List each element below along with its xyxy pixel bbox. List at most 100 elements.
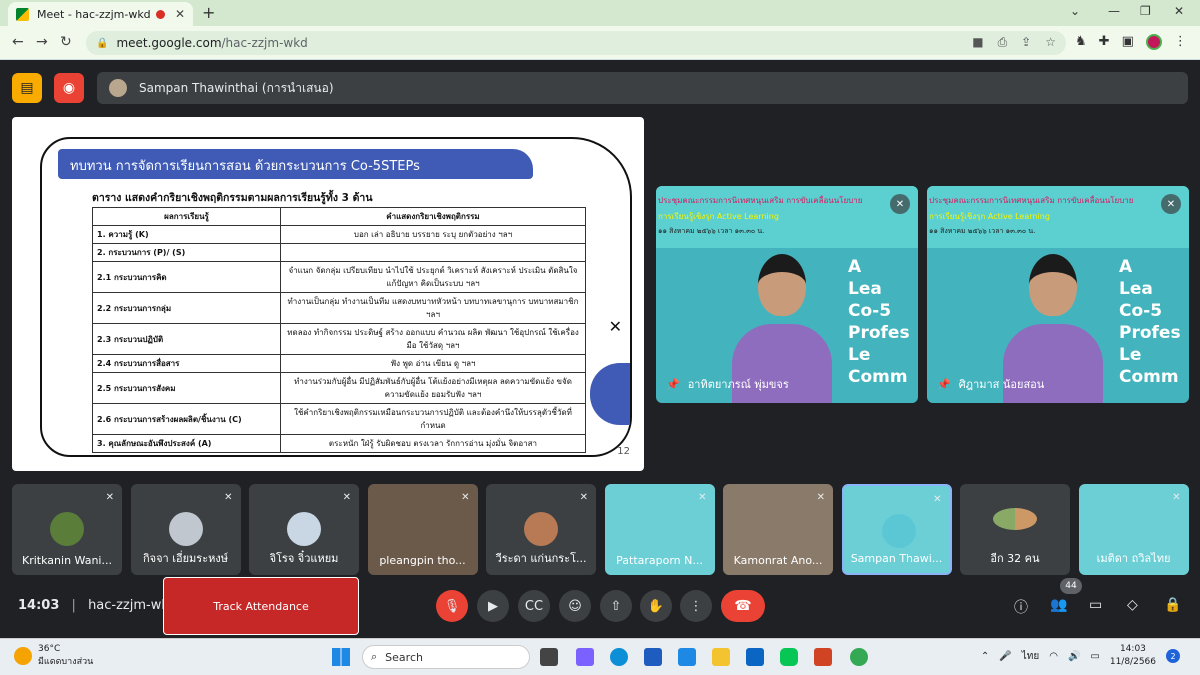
edge-icon[interactable]: [610, 648, 628, 666]
mic-off-button[interactable]: 🎙: [436, 590, 468, 622]
banner-line-1: ประชุมคณะกรรมการนิเทศหนุนเสริม การขับเคล…: [658, 194, 862, 207]
leave-call-button[interactable]: ☎: [721, 590, 765, 622]
bigtext-line: Le: [848, 345, 871, 365]
wifi-icon[interactable]: ◠: [1049, 651, 1058, 662]
reload-icon[interactable]: ↻: [60, 34, 72, 50]
taskbar-search[interactable]: ⌕ Search: [362, 645, 530, 669]
participant-name: จิโรจ จิ๋วแหยม: [269, 552, 339, 565]
participant-tile[interactable]: ✕ pleangpin tho...: [367, 484, 478, 575]
volume-icon[interactable]: 🔊: [1068, 651, 1080, 662]
minimize-button[interactable]: —: [1108, 4, 1120, 18]
close-tab-icon[interactable]: ✕: [175, 7, 185, 21]
participant-name: Sampan Thawi...: [850, 552, 943, 565]
participant-tile[interactable]: อีก 32 คน: [960, 484, 1070, 575]
profile-avatar[interactable]: [1145, 34, 1162, 50]
present-button[interactable]: ⇧: [600, 590, 632, 622]
banner-line-2: การเรียนรู้เชิงรุก Active Learning: [929, 212, 1050, 221]
raise-hand-button[interactable]: ✋: [640, 590, 672, 622]
emoji-button[interactable]: ☺: [559, 590, 591, 622]
language-indicator[interactable]: ไทย: [1022, 649, 1039, 664]
participant-tile-large[interactable]: ประชุมคณะกรรมการนิเทศหนุนเสริม การขับเคล…: [656, 186, 918, 403]
verbs-cell: ทดลอง ทำกิจกรรม ประดิษฐ์ สร้าง ออกแบบ คำ…: [280, 323, 586, 355]
close-window-button[interactable]: ✕: [1174, 4, 1184, 18]
new-tab-button[interactable]: +: [202, 3, 215, 22]
teams-icon[interactable]: [576, 648, 594, 666]
url-field[interactable]: 🔒 meet.google.com/hac-zzjm-wkd ■ ⎙ ⇪ ☆: [86, 31, 1066, 55]
pin-icon[interactable]: 📌: [666, 378, 680, 391]
track-attendance-button[interactable]: Track Attendance: [163, 577, 359, 635]
extension-icon[interactable]: ♞: [1075, 34, 1087, 50]
participant-name: วีระดา แก่นกระโ...: [495, 552, 587, 565]
verbs-cell: บอก เล่า อธิบาย บรรยาย ระบุ ยกตัวอย่าง ฯ…: [280, 225, 586, 244]
chrome-icon[interactable]: [850, 648, 868, 666]
slide-subtitle: ตาราง แสดงคำกริยาเชิงพฤติกรรมตามผลการเรี…: [92, 192, 373, 204]
captions-off-button[interactable]: ▤: [12, 73, 42, 103]
participant-tile-large[interactable]: ประชุมคณะกรรมการนิเทศหนุนเสริม การขับเคล…: [927, 186, 1189, 403]
participant-tile[interactable]: ✕ เมติดา ถวิลไทย: [1078, 484, 1189, 575]
participant-tile[interactable]: ✕ Kritkanin Wani...: [12, 484, 122, 575]
file-explorer-icon[interactable]: [712, 648, 730, 666]
participant-name: Kamonrat Ano...: [733, 554, 823, 567]
participant-tile[interactable]: ✕ Kamonrat Ano...: [723, 484, 833, 575]
participant-name: กิจจา เอี่ยมระหงษ์: [143, 552, 228, 565]
participant-tile[interactable]: ✕ Sampan Thawi...: [841, 484, 952, 575]
puzzle-icon[interactable]: ✚: [1099, 34, 1110, 50]
banner-line-1-text: ประชุมคณะกรรมการนิเทศหนุนเสริม: [658, 196, 784, 205]
bookmark-star-icon[interactable]: ☆: [1045, 35, 1056, 50]
background-big-text: A Lea Co-5 Profes Le Comm: [848, 256, 918, 388]
participant-tile[interactable]: ✕ จิโรจ จิ๋วแหยม: [249, 484, 359, 575]
participant-tile[interactable]: ✕ กิจจา เอี่ยมระหงษ์: [130, 484, 241, 575]
meeting-info-icon[interactable]: ⓘ: [1014, 597, 1028, 617]
participant-tile[interactable]: ✕ Pattaraporn N...: [604, 484, 715, 575]
translate-icon[interactable]: ⎙: [998, 35, 1008, 50]
battery-icon[interactable]: ▭: [1090, 651, 1099, 662]
pin-icon[interactable]: 📌: [937, 378, 951, 391]
camera-icon[interactable]: ■: [972, 35, 983, 50]
participant-tile[interactable]: ✕ วีระดา แก่นกระโ...: [486, 484, 596, 575]
people-icon[interactable]: 👥: [1050, 597, 1067, 613]
presentation-slide[interactable]: ทบทวน การจัดการเรียนการสอน ด้วยกระบวนการ…: [12, 117, 644, 471]
mail-icon[interactable]: [746, 648, 764, 666]
camera-button[interactable]: ▶: [477, 590, 509, 622]
powerpoint-icon[interactable]: [814, 648, 832, 666]
chevron-up-icon[interactable]: ⌃: [981, 651, 989, 662]
recording-button[interactable]: ◉: [54, 73, 84, 103]
outcome-cell: 2. กระบวนการ (P)/ (S): [92, 243, 281, 262]
verbs-cell: [280, 243, 586, 262]
outcome-cell: 3. คุณลักษณะอันพึงประสงค์ (A): [92, 434, 281, 453]
tab-search-icon[interactable]: ⌄: [1070, 4, 1080, 18]
share-icon[interactable]: ⇪: [1021, 35, 1031, 50]
line-icon[interactable]: [780, 648, 798, 666]
mic-off-icon: ✕: [933, 494, 942, 505]
bigtext-line: Profes: [848, 323, 910, 343]
forward-icon[interactable]: →: [36, 34, 48, 50]
participant-name: อาทิตยาภรณ์ พุ่มขจร: [687, 378, 789, 391]
outcome-cell: 2.2 กระบวนการกลุ่ม: [92, 292, 281, 324]
taskbar-date: 11/8/2566: [1109, 657, 1156, 667]
lock-icon: 🔒: [96, 37, 109, 49]
word-icon[interactable]: [644, 648, 662, 666]
windows-start-icon[interactable]: [332, 648, 350, 666]
participant-avatar: [993, 508, 1037, 530]
notification-badge[interactable]: 2: [1166, 649, 1180, 663]
task-view-icon[interactable]: [540, 648, 558, 666]
browser-tab[interactable]: Meet - hac-zzjm-wkd ✕: [8, 2, 193, 26]
back-icon[interactable]: ←: [12, 34, 24, 50]
maximize-button[interactable]: ❐: [1140, 4, 1151, 18]
recording-dot-icon: [155, 9, 165, 19]
host-controls-icon[interactable]: 🔒: [1164, 597, 1181, 613]
table-row: 2.2 กระบวนการกลุ่ม ทำงานเป็นกลุ่ม ทำงานเป…: [92, 292, 586, 324]
tile-background-banner: ประชุมคณะกรรมการนิเทศหนุนเสริม การขับเคล…: [927, 186, 1189, 248]
participant-name: Pattaraporn N...: [616, 554, 703, 567]
chat-icon[interactable]: ▭: [1089, 597, 1102, 613]
taskbar-clock[interactable]: 14:03 11/8/2566: [1110, 643, 1156, 669]
app-l-icon[interactable]: [678, 648, 696, 666]
sidepanel-icon[interactable]: ▣: [1122, 34, 1134, 50]
mic-tray-icon[interactable]: 🎤: [999, 651, 1011, 662]
captions-button[interactable]: CC: [518, 590, 550, 622]
meeting-time: 14:03: [18, 598, 60, 613]
weather-widget[interactable]: 36°C มีแดดบางส่วน: [14, 644, 93, 668]
activities-icon[interactable]: ◇: [1127, 597, 1138, 613]
more-options-button[interactable]: ⋮: [680, 590, 712, 622]
menu-dots-icon[interactable]: ⋮: [1174, 34, 1187, 50]
